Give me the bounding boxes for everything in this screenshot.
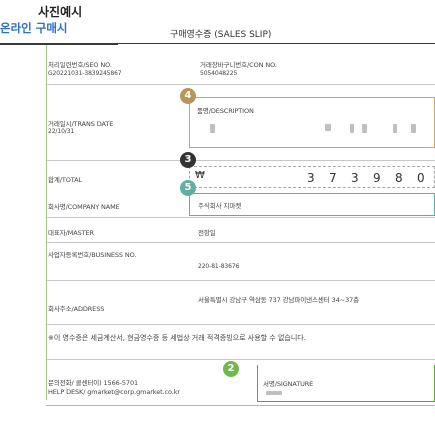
sample-tag-line2: 온라인 구매시: [0, 21, 68, 35]
total-digit: 9: [373, 171, 381, 185]
total-amount: 3 7 3 9 8 0: [307, 171, 431, 185]
help-phone: 문의전화/ 콜센터이) 1566-5701: [48, 379, 139, 387]
address-value: 서울특별시 강남구 역삼동 737 강남파이낸스센터 34~37층: [198, 296, 360, 304]
total-label: 합계/TOTAL: [48, 176, 82, 184]
total-digit: 0: [417, 171, 425, 185]
description-label: 품명/DESCRIPTION: [197, 107, 254, 115]
signature-border-left: [257, 365, 258, 402]
row-divider: [47, 280, 435, 281]
badge-5: 5: [180, 180, 196, 196]
company-value: 주식회사 지마켓: [198, 202, 242, 210]
master-label: 대표자/MASTER: [48, 229, 94, 237]
con-value: 5054048225: [200, 70, 238, 77]
total-digit: 8: [395, 171, 403, 185]
help-email: HELP DESK/ gmarket@corp.gmarket.co.kr: [48, 388, 180, 396]
signature-redacted: [266, 391, 282, 395]
sample-tag: 사진예시 온라인 구매시: [0, 0, 118, 38]
signature-label: 서명/SIGNATURE: [263, 380, 314, 388]
row-divider: [47, 359, 435, 360]
badge-2: 2: [223, 361, 239, 377]
row-divider: [47, 84, 435, 85]
top-rule: [0, 43, 118, 45]
row-divider: [47, 242, 435, 243]
row-divider: [47, 324, 435, 325]
seo-label: 처리일련번호/SEO NO.: [48, 61, 112, 69]
total-digit: 3: [307, 171, 315, 185]
row-divider: [47, 160, 435, 161]
signature-border-bottom: [257, 401, 435, 402]
green-left-border: [46, 45, 47, 400]
master-value: 전항일: [198, 229, 216, 237]
total-digit: 7: [329, 171, 337, 185]
badge-3: 3: [180, 152, 196, 168]
top-rule-right: [118, 43, 435, 44]
total-digit: 3: [351, 171, 359, 185]
notice-text: ※이 영수증은 세금계산서, 현금영수증 등 세법상 거래 적격증빙으로 사용할…: [48, 334, 306, 342]
business-label: 사업자등록번호/BUSINESS NO.: [48, 251, 137, 259]
trans-date-value: 22/10/31: [48, 128, 75, 135]
con-label: 거래장바구니번호/CON NO.: [200, 61, 277, 69]
bottom-rule: [46, 405, 435, 406]
total-currency: ₩: [195, 170, 205, 181]
row-divider: [47, 217, 435, 218]
sample-tag-line1: 사진예시: [38, 5, 83, 19]
seo-value: G20221031-3839245867: [48, 70, 122, 77]
address-label: 회사주소/ADDRESS: [48, 305, 105, 313]
trans-date-label: 거래일시/TRANS DATE: [48, 120, 114, 128]
total-box: ₩ 3 7 3 9 8 0: [189, 166, 435, 188]
badge-4: 4: [180, 88, 196, 104]
receipt-title: 구매영수증 (SALES SLIP): [170, 30, 272, 40]
business-value: 220-81-83676: [198, 263, 240, 270]
company-label: 회사명/COMPANY NAME: [48, 203, 120, 211]
